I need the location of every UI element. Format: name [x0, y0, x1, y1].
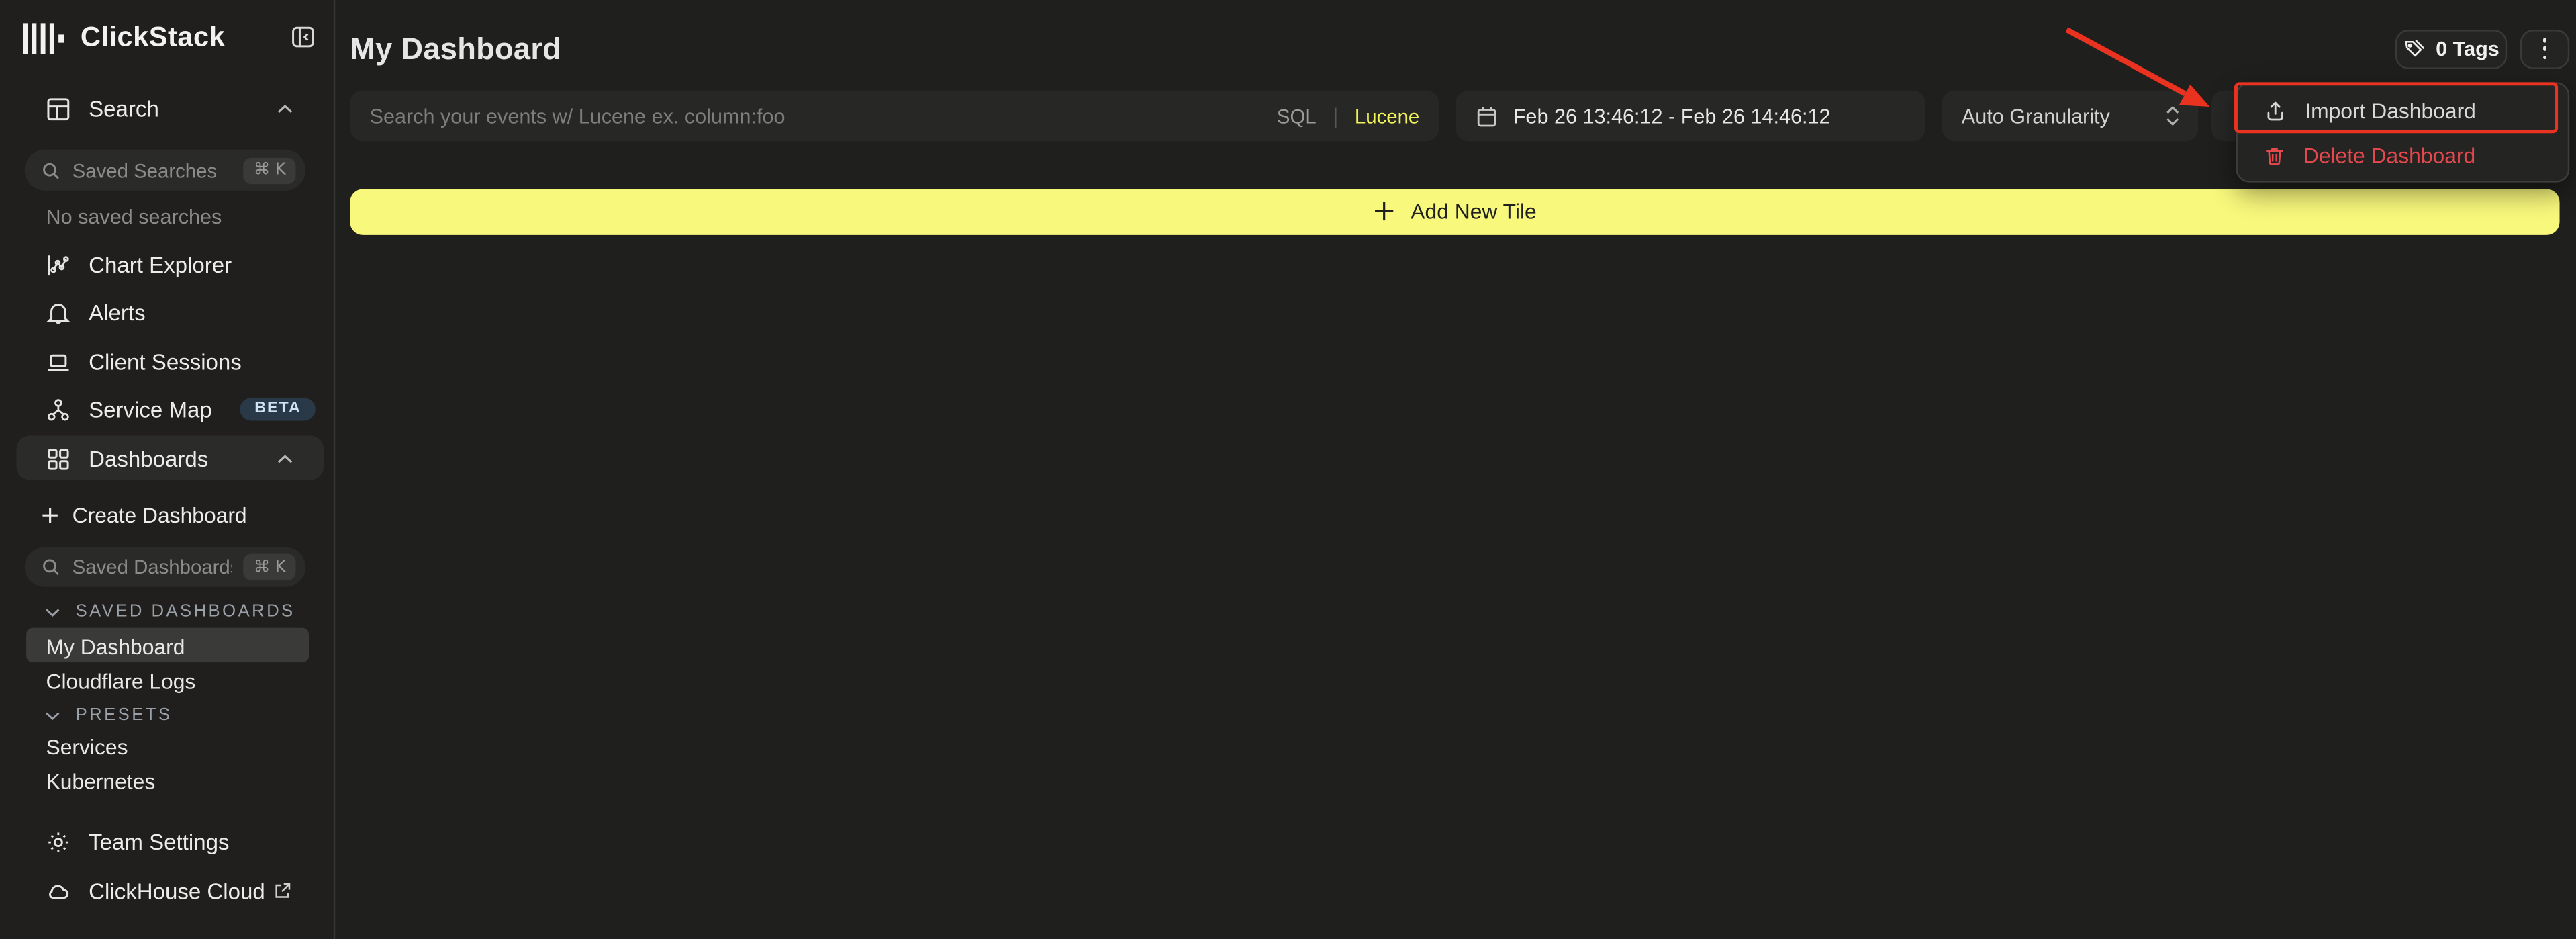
lucene-mode-toggle[interactable]: Lucene [1355, 104, 1419, 127]
dashboard-options-button[interactable] [2520, 29, 2569, 69]
dashboard-list-item-my-dashboard[interactable]: My Dashboard [46, 635, 185, 660]
sidebar-item-alerts[interactable]: Alerts [46, 297, 146, 330]
select-chevrons-icon [2164, 103, 2182, 128]
app-window: ClickStack Search ⌘K [0, 0, 2576, 939]
chevron-up-icon [276, 453, 294, 464]
event-search-input[interactable] [370, 104, 1261, 127]
sidebar-item-label: Client Sessions [89, 349, 242, 374]
clickstack-logo-icon [23, 22, 66, 53]
bell-icon [46, 301, 71, 326]
sidebar-item-label: Dashboards [89, 446, 208, 471]
saved-searches-search[interactable]: ⌘K [25, 150, 305, 191]
saved-searches-input[interactable] [73, 159, 232, 181]
event-search-bar[interactable]: SQL | Lucene [350, 91, 1439, 142]
tag-icon [2403, 38, 2424, 60]
page-title: My Dashboard [350, 31, 561, 67]
cloud-icon [46, 879, 71, 903]
add-tile-label: Add New Tile [1411, 199, 1536, 224]
sidebar-item-clickhouse-cloud[interactable]: ClickHouse Cloud [46, 875, 265, 907]
service-map-icon [46, 397, 71, 422]
sidebar: ClickStack Search ⌘K [0, 0, 335, 939]
time-range-picker[interactable]: Feb 26 13:46:12 - Feb 26 14:46:12 [1456, 91, 1925, 142]
shortcut-badge: ⌘K [244, 554, 295, 580]
menu-item-label: Import Dashboard [2305, 99, 2476, 124]
sidebar-item-label: Team Settings [89, 830, 229, 854]
shortcut-badge: ⌘K [244, 157, 295, 183]
sidebar-item-dashboards-content[interactable]: Dashboards [46, 442, 209, 475]
menu-item-label: Delete Dashboard [2303, 143, 2475, 168]
sidebar-item-search[interactable]: Search [46, 93, 159, 126]
sidebar-item-label: ClickHouse Cloud [89, 879, 265, 903]
saved-dashboards-search[interactable]: ⌘K [25, 547, 305, 587]
beta-badge: BETA [240, 398, 316, 421]
granularity-select[interactable]: Auto Granularity [1942, 91, 2198, 142]
sidebar-item-team-settings[interactable]: Team Settings [46, 825, 230, 858]
sidebar-item-service-map[interactable]: Service Map BETA [46, 393, 212, 426]
dashboard-options-menu: Import Dashboard Delete Dashboard [2236, 82, 2569, 181]
collapse-sidebar-icon[interactable] [291, 25, 316, 50]
dashboards-grid-icon [46, 446, 71, 471]
search-nav-icon [46, 97, 71, 122]
plus-icon [41, 505, 59, 523]
menu-item-import-dashboard[interactable]: Import Dashboard [2244, 89, 2561, 133]
main-content: My Dashboard 0 Tags SQL | Lucene [335, 0, 2576, 939]
section-presets[interactable]: PRESETS [44, 705, 172, 725]
sidebar-item-label: Search [89, 97, 159, 122]
menu-item-delete-dashboard[interactable]: Delete Dashboard [2244, 133, 2561, 177]
sidebar-item-label: Alerts [89, 301, 145, 326]
no-saved-searches-text: No saved searches [46, 206, 222, 228]
search-icon [41, 161, 60, 180]
sidebar-item-client-sessions[interactable]: Client Sessions [46, 345, 242, 378]
calendar-icon [1475, 104, 1498, 127]
section-saved-dashboards[interactable]: SAVED DASHBOARDS [44, 602, 295, 621]
chevron-down-icon [44, 709, 60, 721]
upload-icon [2264, 99, 2287, 122]
tags-button[interactable]: 0 Tags [2395, 29, 2507, 69]
gear-icon [46, 830, 71, 854]
add-new-tile-button[interactable]: Add New Tile [350, 188, 2559, 235]
logo-row[interactable]: ClickStack [23, 21, 225, 54]
sidebar-item-label: Chart Explorer [89, 253, 232, 277]
trash-icon [2264, 144, 2285, 167]
time-range-value: Feb 26 13:46:12 - Feb 26 14:46:12 [1513, 104, 1831, 127]
kebab-menu-icon [2542, 38, 2546, 59]
tags-label: 0 Tags [2436, 38, 2499, 60]
search-icon [41, 557, 60, 577]
app-title: ClickStack [81, 21, 225, 54]
chevron-up-icon [276, 103, 294, 115]
laptop-icon [46, 349, 71, 374]
plus-icon [1373, 201, 1394, 222]
mode-separator: | [1333, 103, 1338, 128]
preset-item-services[interactable]: Services [46, 735, 128, 760]
sidebar-item-label: Service Map [89, 397, 212, 422]
create-dashboard-button[interactable]: Create Dashboard [41, 498, 246, 531]
external-link-icon [273, 881, 292, 901]
granularity-value: Auto Granularity [1962, 104, 2164, 127]
dashboard-list-item-cloudflare-logs[interactable]: Cloudflare Logs [46, 669, 196, 694]
sidebar-item-chart-explorer[interactable]: Chart Explorer [46, 249, 232, 281]
chevron-down-icon [44, 606, 60, 617]
saved-dashboards-input[interactable] [73, 555, 232, 578]
sql-mode-toggle[interactable]: SQL [1277, 104, 1317, 127]
chart-explorer-icon [46, 253, 71, 277]
preset-item-kubernetes[interactable]: Kubernetes [46, 769, 156, 794]
